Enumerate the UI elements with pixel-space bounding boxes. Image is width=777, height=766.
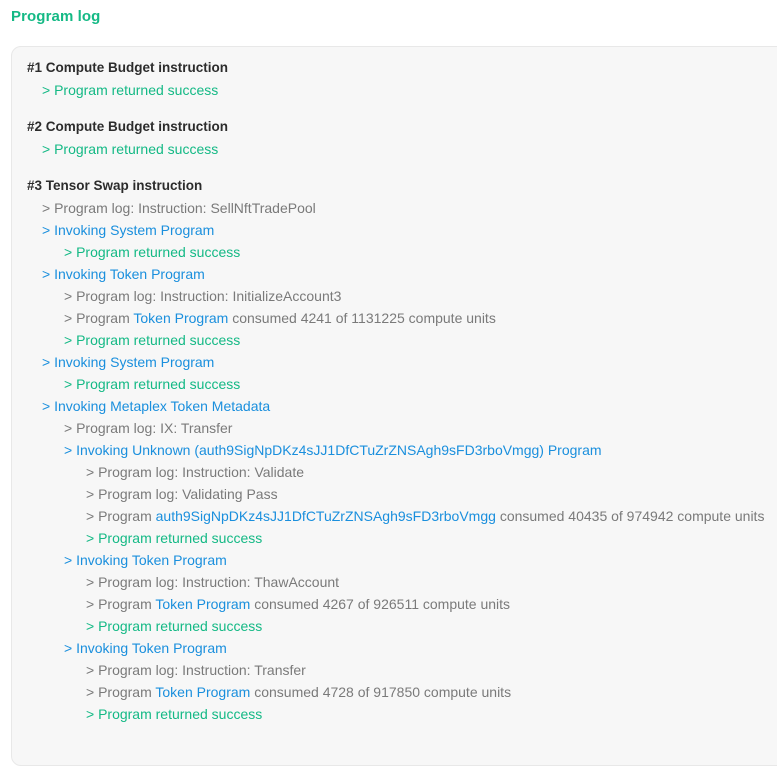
log-line-invoke: > Invoking Token Program — [64, 552, 227, 568]
log-prefix: > Program — [86, 684, 152, 700]
log-line: > Program log: Instruction: Validate — [86, 464, 305, 480]
log-line-invoke: > Invoking System Program — [42, 354, 215, 370]
log-line-invoke: > Invoking System Program — [42, 222, 215, 238]
log-line-consumed: > Program Token Program consumed 4241 of… — [27, 307, 777, 329]
log-prefix: > Program — [64, 310, 130, 326]
log-suffix: consumed 40435 of 974942 compute units — [499, 508, 765, 524]
log-line-invoke: > Invoking Token Program — [42, 266, 205, 282]
log-line-success: > Program returned success — [42, 141, 219, 157]
program-link[interactable]: auth9SigNpDKz4sJJ1DfCTuZrZNSAgh9sFD3rboV… — [156, 508, 496, 524]
program-link[interactable]: Token Program — [133, 310, 228, 326]
instruction-header: #3 Tensor Swap instruction — [27, 178, 203, 193]
log-suffix: consumed 4728 of 917850 compute units — [254, 684, 512, 700]
log-line-success: > Program returned success — [86, 618, 263, 634]
log-line: > Program log: IX: Transfer — [64, 420, 233, 436]
log-line: > Program log: Validating Pass — [86, 486, 278, 502]
program-link[interactable]: Token Program — [155, 596, 250, 612]
log-prefix: > Program — [86, 508, 152, 524]
log-line-success: > Program returned success — [86, 706, 263, 722]
section-title: Program log — [11, 8, 101, 25]
log-line-invoke: > Invoking Unknown (auth9SigNpDKz4sJJ1Df… — [64, 442, 602, 458]
log-suffix: consumed 4241 of 1131225 compute units — [232, 310, 496, 326]
log-line-consumed: > Program Token Program consumed 4267 of… — [27, 593, 777, 615]
program-log-list: #1 Compute Budget instruction > Program … — [27, 57, 777, 725]
program-link[interactable]: Token Program — [155, 684, 250, 700]
instruction-header: #1 Compute Budget instruction — [27, 60, 229, 75]
log-line-success: > Program returned success — [64, 332, 241, 348]
log-line-success: > Program returned success — [64, 376, 241, 392]
log-line-consumed: > Program Token Program consumed 4728 of… — [27, 681, 777, 703]
log-line-success: > Program returned success — [86, 530, 263, 546]
log-line-invoke: > Invoking Token Program — [64, 640, 227, 656]
log-suffix: consumed 4267 of 926511 compute units — [254, 596, 511, 612]
log-line-success: > Program returned success — [42, 82, 219, 98]
log-prefix: > Program — [86, 596, 152, 612]
instruction-header: #2 Compute Budget instruction — [27, 119, 229, 134]
log-line-success: > Program returned success — [64, 244, 241, 260]
log-line-invoke: > Invoking Metaplex Token Metadata — [42, 398, 271, 414]
log-line: > Program log: Instruction: Transfer — [86, 662, 306, 678]
log-line: > Program log: Instruction: ThawAccount — [86, 574, 340, 590]
log-line: > Program log: Instruction: InitializeAc… — [64, 288, 342, 304]
log-line: > Program log: Instruction: SellNftTrade… — [42, 200, 316, 216]
log-line-consumed: > Program auth9SigNpDKz4sJJ1DfCTuZrZNSAg… — [27, 505, 777, 527]
